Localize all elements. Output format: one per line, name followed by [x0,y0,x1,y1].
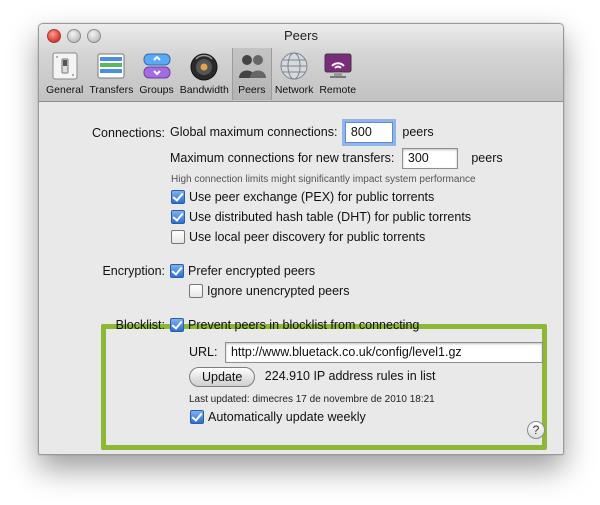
auto-update-checkbox[interactable] [190,409,204,424]
window-title: Peers [284,28,318,43]
network-icon [278,50,310,82]
auto-update-option[interactable]: Automatically update weekly [190,409,366,425]
tab-peers[interactable]: Peers [231,48,272,100]
lpd-checkbox[interactable] [171,229,185,244]
dht-label: Use distributed hash table (DHT) for pub… [189,210,472,224]
blocklist-url-row: URL: http://www.bluetack.co.uk/config/le… [189,342,543,363]
prefer-encrypted-checkbox[interactable] [170,263,184,278]
ignore-unencrypted-checkbox[interactable] [189,283,203,298]
global-connections-field[interactable]: 800 [344,122,393,143]
tab-bandwidth-label: Bandwidth [179,84,229,96]
help-button[interactable]: ? [527,421,545,439]
dht-option[interactable]: Use distributed hash table (DHT) for pub… [171,209,472,225]
new-transfer-connections-field[interactable]: 300 [401,148,458,169]
title-bar: Peers General Transfers Groups Bandwidth… [39,24,563,102]
tab-general[interactable]: General [43,48,86,100]
global-connections-row: Global maximum connections: 800 peers [170,122,434,143]
preferences-toolbar: General Transfers Groups Bandwidth Peers… [43,48,359,100]
blocklist-url-label: URL: [189,344,218,359]
pex-checkbox[interactable] [171,189,185,204]
connections-section-label: Connections: [92,126,165,140]
encryption-section-label: Encryption: [102,264,165,278]
auto-update-label: Automatically update weekly [208,410,366,424]
pex-option[interactable]: Use peer exchange (PEX) for public torre… [171,189,435,205]
tab-groups[interactable]: Groups [136,48,176,100]
prefer-encrypted-option[interactable]: Prefer encrypted peers [170,263,316,279]
blocklist-last-updated: Last updated: dimecres 17 de novembre de… [189,394,435,405]
preferences-window: Peers General Transfers Groups Bandwidth… [38,23,564,455]
new-transfer-connections-row: Maximum connections for new transfers: 3… [170,148,503,169]
prefer-encrypted-label: Prefer encrypted peers [188,264,316,278]
blocklist-url-field[interactable]: http://www.bluetack.co.uk/config/level1.… [224,342,543,363]
lpd-option[interactable]: Use local peer discovery for public torr… [171,229,426,245]
global-connections-unit: peers [402,124,434,139]
blocklist-update-row: Update 224.910 IP address rules in list [189,367,436,387]
blocklist-section-label: Blocklist: [115,318,165,332]
tab-remote[interactable]: Remote [316,48,359,100]
tab-groups-label: Groups [139,84,174,96]
tab-remote-label: Remote [319,84,357,96]
global-connections-label: Global maximum connections: [170,124,338,139]
blocklist-prevent-label: Prevent peers in blocklist from connecti… [188,318,420,332]
tab-network-label: Network [274,84,314,96]
peers-icon [236,50,268,82]
tab-bandwidth[interactable]: Bandwidth [177,48,232,100]
dht-checkbox[interactable] [171,209,185,224]
pex-label: Use peer exchange (PEX) for public torre… [189,190,435,204]
blocklist-rules-count: 224.910 IP address rules in list [264,369,436,384]
switch-icon [49,50,81,82]
ignore-unencrypted-label: Ignore unencrypted peers [207,284,350,298]
tab-network[interactable]: Network [272,48,317,100]
bandwidth-icon [188,50,220,82]
tab-transfers[interactable]: Transfers [86,48,136,100]
groups-icon [141,50,173,82]
lpd-label: Use local peer discovery for public torr… [189,230,426,244]
ignore-unencrypted-option[interactable]: Ignore unencrypted peers [189,283,350,299]
remote-icon [322,50,354,82]
connection-limit-hint: High connection limits might significant… [171,174,476,185]
blocklist-prevent-option[interactable]: Prevent peers in blocklist from connecti… [170,317,420,333]
new-transfer-connections-label: Maximum connections for new transfers: [170,150,395,165]
peers-pane: Connections: Global maximum connections:… [39,102,563,454]
blocklist-prevent-checkbox[interactable] [170,317,184,332]
tab-peers-label: Peers [238,84,266,96]
tab-transfers-label: Transfers [89,84,134,96]
update-blocklist-button[interactable]: Update [189,367,256,387]
transfers-icon [95,50,127,82]
tab-general-label: General [46,84,84,96]
new-transfer-connections-unit: peers [471,150,503,165]
